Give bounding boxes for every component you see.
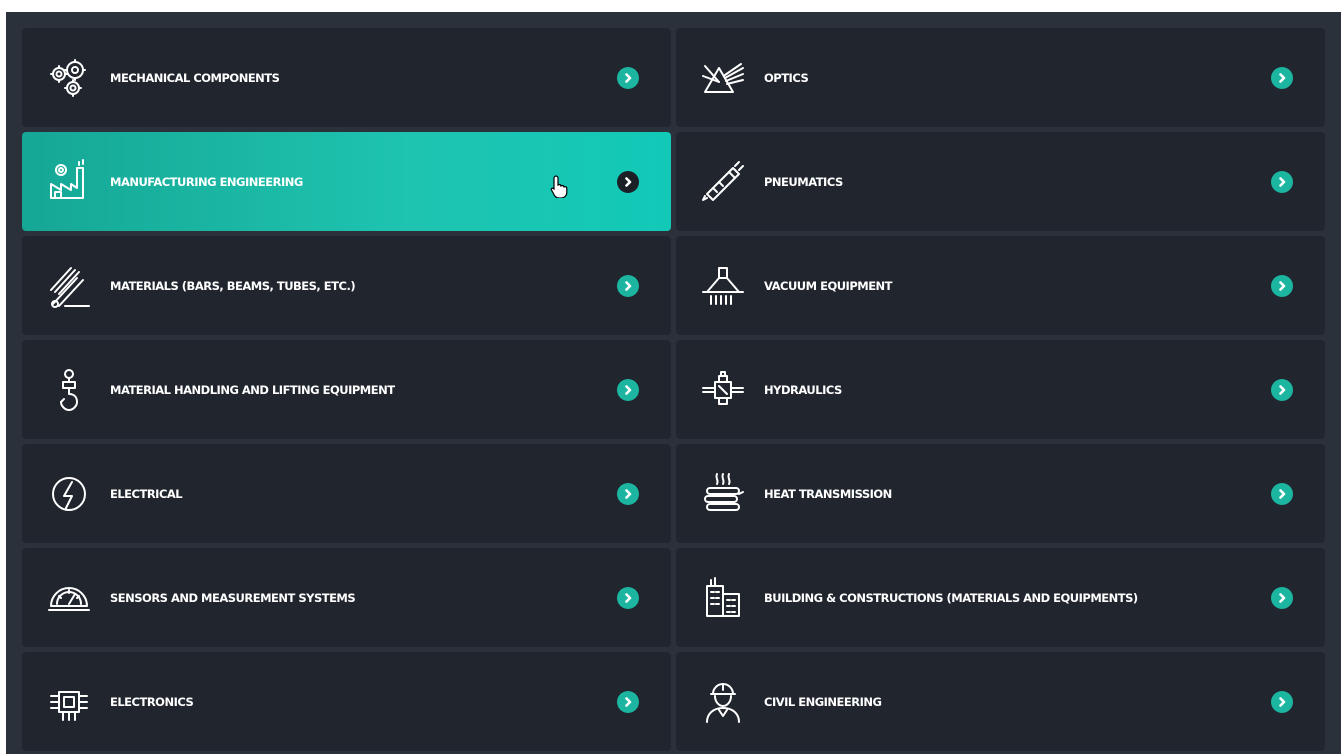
chevron-right-icon[interactable] <box>1271 274 1293 297</box>
crane-hook-icon <box>42 363 96 417</box>
engineer-helmet-icon <box>696 675 750 729</box>
chevron-right-icon[interactable] <box>1271 378 1293 401</box>
chevron-right-icon[interactable] <box>1271 690 1293 713</box>
heat-pipes-icon <box>696 467 750 521</box>
category-label: MATERIALS (BARS, BEAMS, TUBES, ETC.) <box>110 278 356 293</box>
chevron-right-icon[interactable] <box>1271 170 1293 193</box>
chevron-right-icon[interactable] <box>1271 482 1293 505</box>
chip-icon <box>42 675 96 729</box>
hydraulic-valve-icon <box>696 363 750 417</box>
category-tile-civil-engineering[interactable]: CIVIL ENGINEERING <box>676 652 1325 751</box>
category-label: HEAT TRANSMISSION <box>764 486 892 501</box>
category-tile-building-constructions[interactable]: BUILDING & CONSTRUCTIONS (MATERIALS AND … <box>676 548 1325 647</box>
chevron-right-icon[interactable] <box>617 586 639 609</box>
category-tile-heat-transmission[interactable]: HEAT TRANSMISSION <box>676 444 1325 543</box>
category-label: CIVIL ENGINEERING <box>764 694 882 709</box>
category-tile-materials[interactable]: MATERIALS (BARS, BEAMS, TUBES, ETC.) <box>22 236 671 335</box>
category-panel: MECHANICAL COMPONENTS OPTICS MANUFACTURI… <box>6 12 1341 754</box>
category-tile-electronics[interactable]: ELECTRONICS <box>22 652 671 751</box>
factory-gear-icon <box>42 155 96 209</box>
chevron-right-icon[interactable] <box>617 482 639 505</box>
category-tile-material-handling[interactable]: MATERIAL HANDLING AND LIFTING EQUIPMENT <box>22 340 671 439</box>
chevron-right-icon[interactable] <box>1271 66 1293 89</box>
pneumatic-cylinder-icon <box>696 155 750 209</box>
category-tile-sensors[interactable]: SENSORS AND MEASUREMENT SYSTEMS <box>22 548 671 647</box>
buildings-icon <box>696 571 750 625</box>
gears-icon <box>42 51 96 105</box>
chevron-right-icon[interactable] <box>617 170 639 193</box>
category-label: ELECTRICAL <box>110 486 183 501</box>
chevron-right-icon[interactable] <box>617 66 639 89</box>
chevron-right-icon[interactable] <box>617 378 639 401</box>
category-label: ELECTRONICS <box>110 694 194 709</box>
category-grid: MECHANICAL COMPONENTS OPTICS MANUFACTURI… <box>22 28 1332 751</box>
chevron-right-icon[interactable] <box>617 274 639 297</box>
chevron-right-icon[interactable] <box>1271 586 1293 609</box>
vacuum-hood-icon <box>696 259 750 313</box>
lightning-icon <box>42 467 96 521</box>
category-label: PNEUMATICS <box>764 174 843 189</box>
category-label: MATERIAL HANDLING AND LIFTING EQUIPMENT <box>110 382 395 397</box>
category-tile-vacuum-equipment[interactable]: VACUUM EQUIPMENT <box>676 236 1325 335</box>
gauge-icon <box>42 571 96 625</box>
category-label: OPTICS <box>764 70 809 85</box>
category-label: VACUUM EQUIPMENT <box>764 278 893 293</box>
category-tile-optics[interactable]: OPTICS <box>676 28 1325 127</box>
chevron-right-icon[interactable] <box>617 690 639 713</box>
prism-icon <box>696 51 750 105</box>
category-tile-manufacturing-engineering[interactable]: MANUFACTURING ENGINEERING <box>22 132 671 231</box>
category-label: MECHANICAL COMPONENTS <box>110 70 280 85</box>
category-label: SENSORS AND MEASUREMENT SYSTEMS <box>110 590 356 605</box>
category-label: HYDRAULICS <box>764 382 842 397</box>
category-tile-hydraulics[interactable]: HYDRAULICS <box>676 340 1325 439</box>
category-tile-pneumatics[interactable]: PNEUMATICS <box>676 132 1325 231</box>
category-tile-electrical[interactable]: ELECTRICAL <box>22 444 671 543</box>
category-label: MANUFACTURING ENGINEERING <box>110 174 303 189</box>
category-label: BUILDING & CONSTRUCTIONS (MATERIALS AND … <box>764 590 1138 605</box>
category-tile-mechanical-components[interactable]: MECHANICAL COMPONENTS <box>22 28 671 127</box>
hand-pointer-icon <box>550 174 568 199</box>
bars-tubes-icon <box>42 259 96 313</box>
